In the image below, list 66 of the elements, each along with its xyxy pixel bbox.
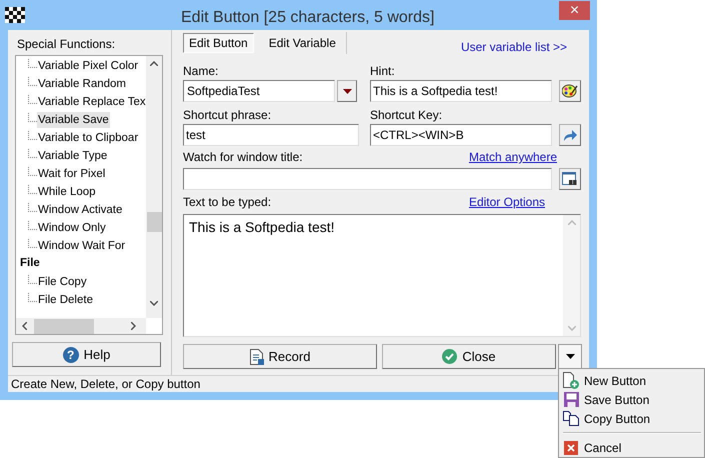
scroll-thumb[interactable] — [146, 212, 162, 232]
tree-item[interactable]: File Delete — [37, 292, 94, 308]
scroll-right-icon[interactable] — [131, 322, 136, 330]
copy-icon — [563, 411, 579, 426]
tree-item[interactable]: File Copy — [37, 274, 88, 290]
record-button[interactable]: Record — [183, 344, 377, 369]
name-field[interactable]: SoftpediaTest — [183, 80, 335, 102]
field-label: Text to be typed: — [183, 194, 272, 211]
dropdown-button[interactable] — [337, 80, 357, 102]
menu-item[interactable]: Cancel — [559, 438, 704, 457]
tree-item[interactable]: Window Only — [37, 220, 107, 236]
menu-item[interactable]: New Button — [559, 371, 704, 390]
close-dialog-button[interactable]: Close — [382, 344, 556, 369]
hint-field[interactable]: This is a Softpedia test! — [370, 80, 552, 102]
scroll-thumb[interactable] — [34, 318, 94, 334]
shortcut-phrase-field[interactable]: test — [183, 124, 359, 146]
caret-icon — [566, 354, 574, 359]
shortcut-key-field[interactable]: <CTRL><WIN>B — [370, 124, 552, 146]
vertical-scrollbar[interactable] — [146, 56, 162, 318]
tree-item[interactable]: Variable Type — [37, 148, 108, 164]
help-button[interactable]: ? Help — [12, 342, 161, 367]
field-label: Shortcut Key: — [370, 107, 444, 124]
close-button[interactable]: × — [559, 1, 590, 20]
tree-item[interactable]: Variable Random — [37, 76, 128, 92]
tree-item[interactable]: Window Activate — [37, 202, 124, 218]
caret-icon — [342, 88, 352, 94]
redo-button[interactable] — [559, 124, 581, 146]
app-icon — [5, 7, 25, 23]
palette-button[interactable] — [559, 80, 581, 102]
tree-item[interactable]: Window Wait For — [37, 238, 126, 254]
menu-dropdown-button[interactable] — [558, 344, 582, 369]
tree-item[interactable]: While Loop — [37, 184, 97, 200]
field-label: Name: — [183, 63, 220, 80]
window-finder-button[interactable] — [559, 168, 581, 190]
tree-item[interactable]: Variable to Clipboar — [37, 130, 140, 146]
field-label: Shortcut phrase: — [183, 107, 272, 124]
editor-options-link[interactable]: Editor Options — [468, 193, 545, 211]
new-document-icon — [563, 372, 579, 389]
horizontal-scrollbar[interactable] — [16, 318, 146, 334]
window-title: Edit Button [25 characters, 5 words] — [181, 8, 434, 28]
scroll-left-icon[interactable] — [22, 322, 27, 330]
field-label: Hint: — [370, 63, 396, 80]
scroll-up-icon[interactable] — [150, 61, 158, 66]
help-icon: ? — [62, 346, 79, 362]
text-editor[interactable]: This is a Softpedia test! — [183, 214, 581, 337]
close-icon — [564, 440, 578, 454]
tree-item[interactable]: Variable Pixel Color — [37, 58, 140, 74]
panel-label: Special Functions: — [16, 36, 116, 53]
field-label: Watch for window title: — [183, 149, 303, 166]
editor-text: This is a Softpedia test! — [188, 218, 336, 237]
user-variable-link[interactable]: User variable list >> — [460, 38, 567, 54]
menu-item[interactable]: Save Button — [559, 390, 704, 409]
match-anywhere-link[interactable]: Match anywhere — [468, 148, 557, 166]
tree-item[interactable]: Wait for Pixel — [37, 166, 106, 182]
document-icon — [250, 348, 264, 364]
window-binoculars-icon — [562, 172, 578, 186]
curved-arrow-icon — [564, 130, 576, 140]
tab[interactable]: Edit Button — [183, 33, 254, 53]
tree-item[interactable]: Variable Replace Tex — [37, 94, 146, 110]
tree-group[interactable]: File — [19, 255, 41, 273]
tree-item[interactable]: Variable Save — [37, 112, 110, 128]
checkmark-icon — [442, 349, 458, 364]
menu-item[interactable]: Copy Button — [559, 409, 704, 428]
scroll-down-icon[interactable] — [150, 301, 158, 306]
window-title-field[interactable] — [183, 168, 552, 190]
palette-icon — [562, 84, 578, 98]
